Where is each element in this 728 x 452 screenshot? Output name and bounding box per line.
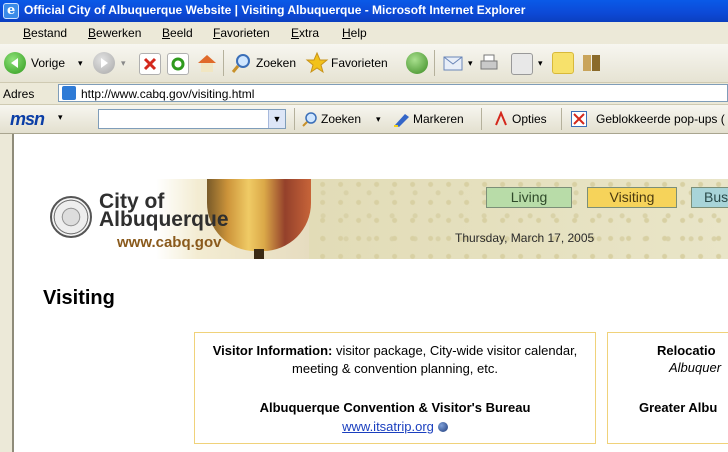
forward-arrow-icon[interactable] [93,52,115,74]
window-title: Official City of Albuquerque Website | V… [24,3,526,17]
relocation-box: Relocatio Albuquer Greater Albu [607,332,728,444]
address-url[interactable]: http://www.cabq.gov/visiting.html [81,87,254,101]
msn-popups-label[interactable]: Geblokkeerde pop-ups ( [596,112,725,126]
address-bar: Adres http://www.cabq.gov/visiting.html [0,83,728,105]
page-content: City of Albuquerque www.cabq.gov Living … [0,134,728,452]
msn-search-combo[interactable]: ▼ [98,109,286,129]
toolbar-separator [434,50,435,76]
chevron-down-icon[interactable]: ▼ [268,110,285,128]
forward-dropdown-icon[interactable]: ▾ [121,58,126,69]
stop-icon[interactable] [139,53,161,75]
search-button-label[interactable]: Zoeken [256,56,296,70]
visitor-info-text: Visitor Information: visitor package, Ci… [195,342,595,378]
tab-living[interactable]: Living [486,187,572,208]
relocation-org-name: Greater Albu [639,400,718,415]
back-arrow-icon[interactable] [4,52,26,74]
visitor-bureau-link-row: www.itsatrip.org [195,419,595,434]
globe-icon [437,422,448,432]
tab-visiting[interactable]: Visiting [587,187,677,208]
popup-blocked-icon[interactable] [571,111,587,127]
itsatrip-link[interactable]: www.itsatrip.org [342,419,434,434]
favorites-star-icon[interactable] [305,51,329,74]
home-icon[interactable] [196,52,216,72]
menu-help[interactable]: Help [342,26,367,40]
menu-extra[interactable]: Extra [291,26,319,40]
refresh-icon[interactable] [167,53,189,75]
page-icon [62,86,76,100]
msn-dropdown-icon[interactable]: ▾ [58,112,63,123]
address-label: Adres [3,87,35,101]
logo-city-line2: Albuquerque [99,208,229,231]
city-logo[interactable]: City of Albuquerque www.cabq.gov [31,179,311,259]
toolbar-separator [223,50,224,76]
relocation-title: Relocatio [657,343,716,358]
back-button-label[interactable]: Vorige [31,56,65,70]
menu-bar: Bestand Bewerken Beeld Favorieten Extra … [0,22,728,45]
edit-icon[interactable] [511,53,533,75]
ie-icon: e [3,3,19,19]
site-banner: City of Albuquerque www.cabq.gov Living … [31,179,728,259]
window-title-bar[interactable]: e Official City of Albuquerque Website |… [0,0,728,22]
menu-bewerken[interactable]: Bewerken [88,26,141,40]
favorites-button-label[interactable]: Favorieten [331,56,388,70]
toolbar-separator [561,108,562,130]
highlight-pen-icon[interactable] [393,111,411,130]
msn-options-label[interactable]: Opties [512,112,547,126]
msn-highlight-label[interactable]: Markeren [413,112,464,126]
logo-site-url: www.cabq.gov [117,234,222,251]
media-icon[interactable] [406,52,428,74]
tab-business[interactable]: Bus [691,187,728,208]
msn-logo[interactable]: msn [10,109,45,130]
relocation-subtitle: Albuquer [669,360,722,375]
toolbar-separator [294,108,295,130]
msn-search-label[interactable]: Zoeken [321,112,361,126]
visitor-info-desc: visitor package, City-wide visitor calen… [292,343,578,376]
banner-date: Thursday, March 17, 2005 [455,231,595,245]
edit-dropdown-icon[interactable]: ▾ [538,58,543,69]
msn-search-dropdown-icon[interactable]: ▾ [376,114,381,125]
visitor-bureau-name: Albuquerque Convention & Visitor's Burea… [259,400,531,415]
mail-icon[interactable] [442,52,463,72]
menu-beeld[interactable]: Beeld [162,26,193,40]
page-title: Visiting [43,287,115,309]
standard-toolbar: Vorige ▾ ▾ Zoeken Favorieten ▾ ▾ [0,44,728,83]
mail-dropdown-icon[interactable]: ▾ [468,58,473,69]
address-field[interactable]: http://www.cabq.gov/visiting.html [58,84,728,102]
visitor-info-box: Visitor Information: visitor package, Ci… [194,332,596,444]
options-icon[interactable] [493,110,509,130]
visitor-info-bold: Visitor Information: [212,343,333,358]
menu-bestand[interactable]: Bestand [23,26,67,40]
discuss-icon[interactable] [552,52,574,74]
msn-toolbar: msn ▾ ▼ Zoeken ▾ Markeren Opties Geblokk… [0,105,728,134]
menu-favorieten[interactable]: Favorieten [213,26,270,40]
search-icon[interactable] [231,52,251,73]
window-left-border [0,134,14,452]
research-icon[interactable] [580,51,600,71]
balloon-basket [254,249,264,259]
print-icon[interactable] [478,52,498,72]
city-seal-icon [50,196,92,238]
msn-search-icon[interactable] [302,111,318,130]
logo-city-text: City of Albuquerque [99,191,229,231]
back-dropdown-icon[interactable]: ▾ [78,58,83,69]
toolbar-separator [481,108,482,130]
